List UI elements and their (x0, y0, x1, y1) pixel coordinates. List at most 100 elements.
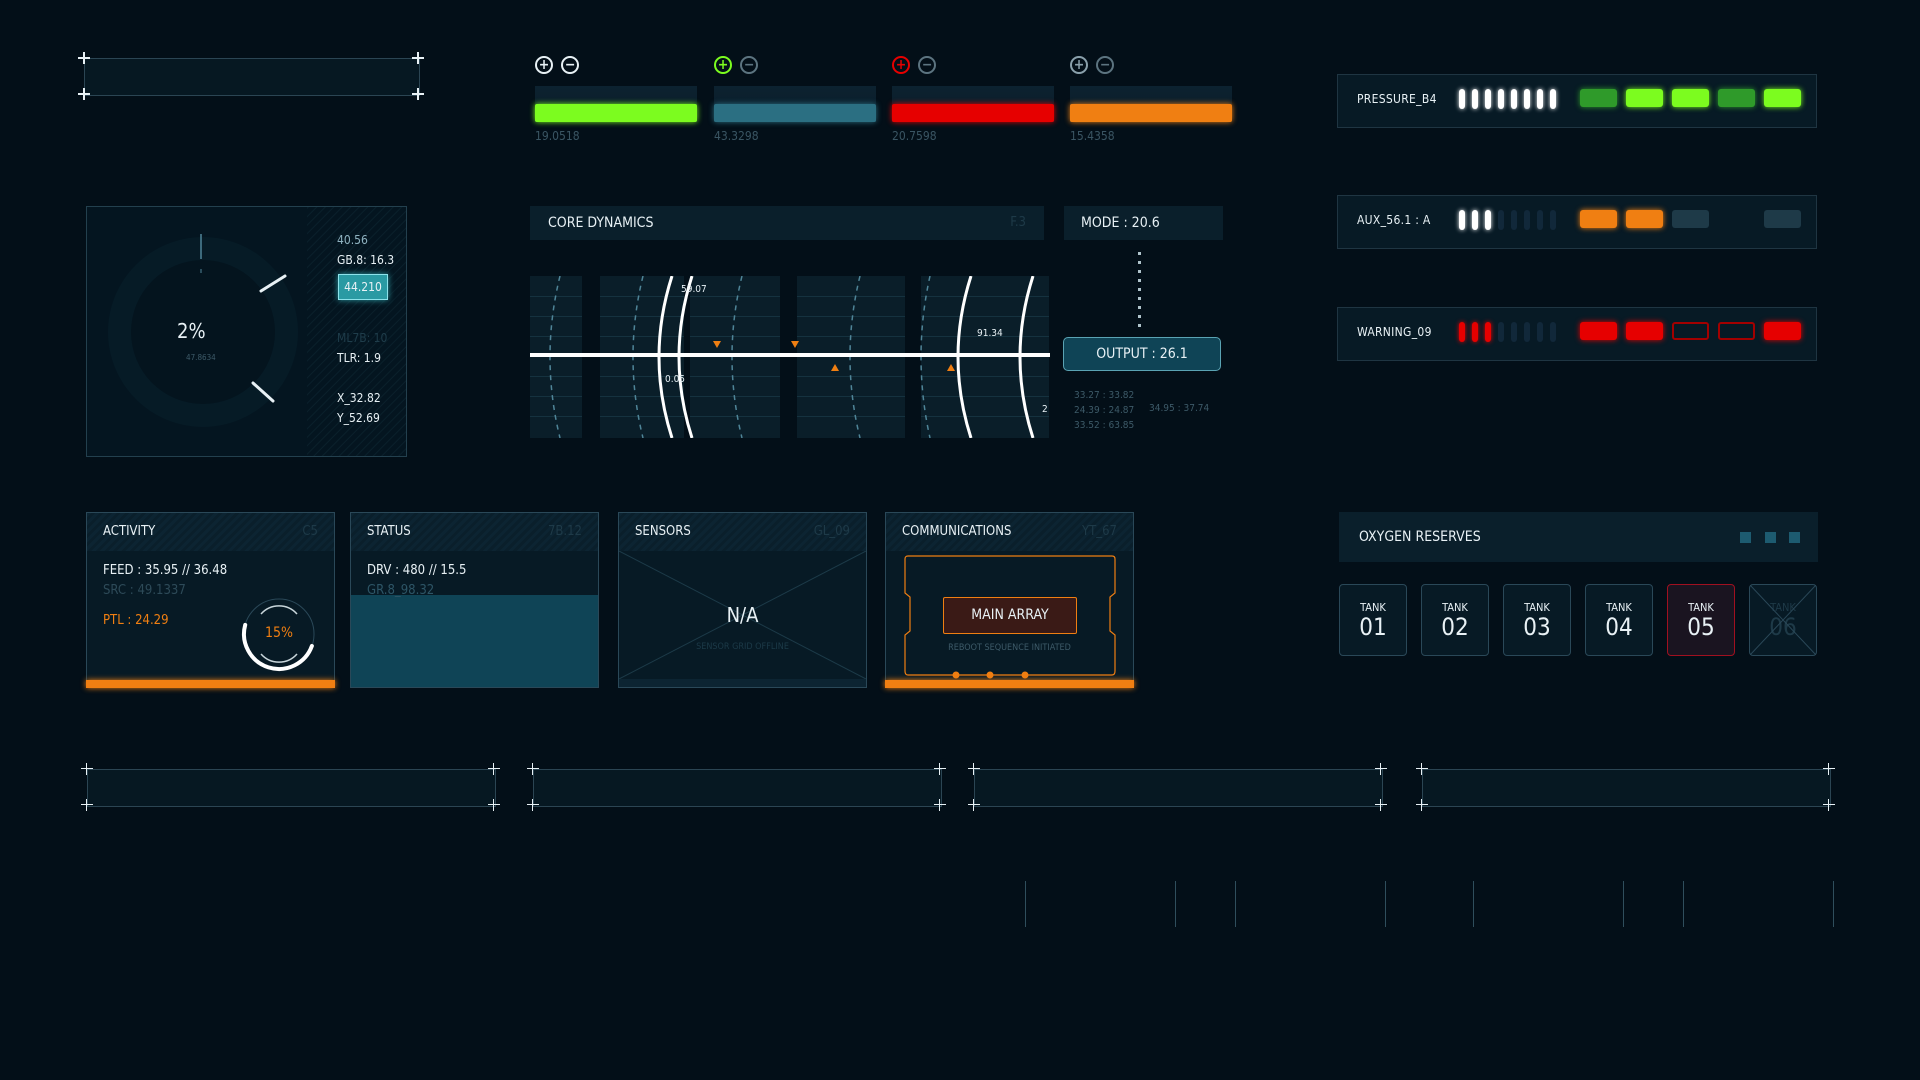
gauge-panel: 2% 47.8634 40.56 GB.8: 16.3 44.210 ML7B:… (86, 206, 407, 457)
tank-04[interactable]: TANK 04 (1585, 584, 1653, 656)
minus-circle-icon[interactable]: − (740, 56, 758, 74)
main-array-button[interactable]: MAIN ARRAY (943, 597, 1077, 634)
meter-controls: + − (535, 56, 697, 78)
minus-circle-icon[interactable]: − (561, 56, 579, 74)
corner-marker (78, 88, 90, 100)
coord-y: Y_52.69 (337, 411, 380, 425)
status-block (1672, 322, 1709, 340)
level-tick (1550, 89, 1556, 109)
meter-controls: + − (892, 56, 1054, 78)
scale-tick (1683, 881, 1684, 927)
level-tick (1537, 89, 1543, 109)
indicator-square (1765, 532, 1776, 543)
corner-marker (412, 52, 424, 64)
block-strip (1580, 210, 1810, 228)
communications-code: YT_67 (1081, 524, 1117, 539)
corner-marker (81, 763, 93, 775)
tank-01[interactable]: TANK 01 (1339, 584, 1407, 656)
empty-field (533, 769, 942, 807)
readout-list: 33.27 : 33.82 24.39 : 24.87 33.52 : 63.8… (1074, 388, 1134, 433)
sensors-title: SENSORS (635, 524, 691, 539)
tank-number: 05 (1687, 613, 1715, 641)
corner-marker (78, 52, 90, 64)
meter-fill (714, 104, 876, 122)
graph-label-b: 0.05 (665, 374, 686, 385)
communications-status-bar (885, 680, 1134, 688)
tick-strip (1459, 210, 1556, 230)
scale-tick (1473, 881, 1474, 927)
level-tick (1537, 210, 1543, 230)
plus-circle-icon[interactable]: + (892, 56, 910, 74)
level-tick (1524, 322, 1530, 342)
meter-fill (1070, 104, 1232, 122)
output-value: OUTPUT : 26.1 (1096, 346, 1188, 362)
status-block (1718, 89, 1755, 107)
plus-circle-icon[interactable]: + (535, 56, 553, 74)
corner-marker (1375, 763, 1387, 775)
status-block (1764, 210, 1801, 228)
drv-readout: DRV : 480 // 15.5 (367, 563, 467, 578)
meter-fill (892, 104, 1054, 122)
corner-marker (488, 799, 500, 811)
core-dynamics-header: CORE DYNAMICS F.3 (530, 206, 1044, 240)
status-row-label: AUX_56.1 : A (1357, 213, 1431, 227)
readout-1: 40.56 (337, 233, 368, 247)
level-tick (1524, 210, 1530, 230)
level-tick (1472, 322, 1478, 342)
output-button[interactable]: OUTPUT : 26.1 (1063, 337, 1221, 371)
communications-sub: REBOOT SEQUENCE INITIATED (948, 643, 1071, 653)
tank-number: 02 (1441, 613, 1469, 641)
graph-label-c: 91.34 (977, 328, 1003, 339)
level-tick (1537, 322, 1543, 342)
corner-marker (412, 88, 424, 100)
graph-label-d: 2 (1042, 404, 1048, 415)
status-block (1672, 210, 1709, 228)
level-tick (1550, 322, 1556, 342)
corner-marker (1823, 763, 1835, 775)
tank-02[interactable]: TANK 02 (1421, 584, 1489, 656)
corner-marker (934, 763, 946, 775)
tank-05[interactable]: TANK 05 (1667, 584, 1735, 656)
readout-line: 33.27 : 33.82 (1074, 390, 1135, 401)
sensors-sub: SENSOR GRID OFFLINE (696, 642, 789, 652)
activity-code: C5 (302, 524, 318, 539)
meter-controls: + − (1070, 56, 1232, 78)
level-tick (1485, 89, 1491, 109)
block-strip (1580, 89, 1810, 107)
feed-readout: FEED : 35.95 // 36.48 (103, 563, 228, 578)
activity-status-bar (86, 680, 335, 688)
meter: + − 19.0518 (535, 56, 697, 143)
ptl-readout: PTL : 24.29 (103, 613, 169, 628)
scale-tick (1623, 881, 1624, 927)
highlight-value[interactable]: 44.210 (338, 274, 388, 300)
mode-value: MODE : 20.6 (1081, 215, 1160, 231)
graph-label-a: 59.07 (681, 284, 707, 295)
main-array-label: MAIN ARRAY (971, 607, 1049, 623)
activity-title: ACTIVITY (103, 524, 156, 539)
meter: + − 43.3298 (714, 56, 876, 143)
level-tick (1498, 89, 1504, 109)
offline-cross-icon (1750, 585, 1816, 655)
level-tick (1524, 89, 1530, 109)
scale-tick (1833, 881, 1834, 927)
mode-readout: MODE : 20.6 (1064, 206, 1223, 240)
meter: + − 15.4358 (1070, 56, 1232, 143)
meter-value: 43.3298 (714, 129, 759, 143)
tank-06[interactable]: TANK 06 (1749, 584, 1817, 656)
readout-line: 24.39 : 24.87 (1074, 405, 1135, 416)
level-tick (1472, 89, 1478, 109)
tank-number: 04 (1605, 613, 1633, 641)
empty-field (87, 769, 496, 807)
status-row: WARNING_09 (1337, 307, 1817, 361)
plus-circle-icon[interactable]: + (714, 56, 732, 74)
minus-circle-icon[interactable]: − (1096, 56, 1114, 74)
scale-tick (1025, 881, 1026, 927)
plus-circle-icon[interactable]: + (1070, 56, 1088, 74)
tank-number: 03 (1523, 613, 1551, 641)
status-row: PRESSURE_B4 (1337, 74, 1817, 128)
tank-03[interactable]: TANK 03 (1503, 584, 1571, 656)
status-row: AUX_56.1 : A (1337, 195, 1817, 249)
minus-circle-icon[interactable]: − (918, 56, 936, 74)
corner-marker (1416, 799, 1428, 811)
level-tick (1459, 89, 1465, 109)
